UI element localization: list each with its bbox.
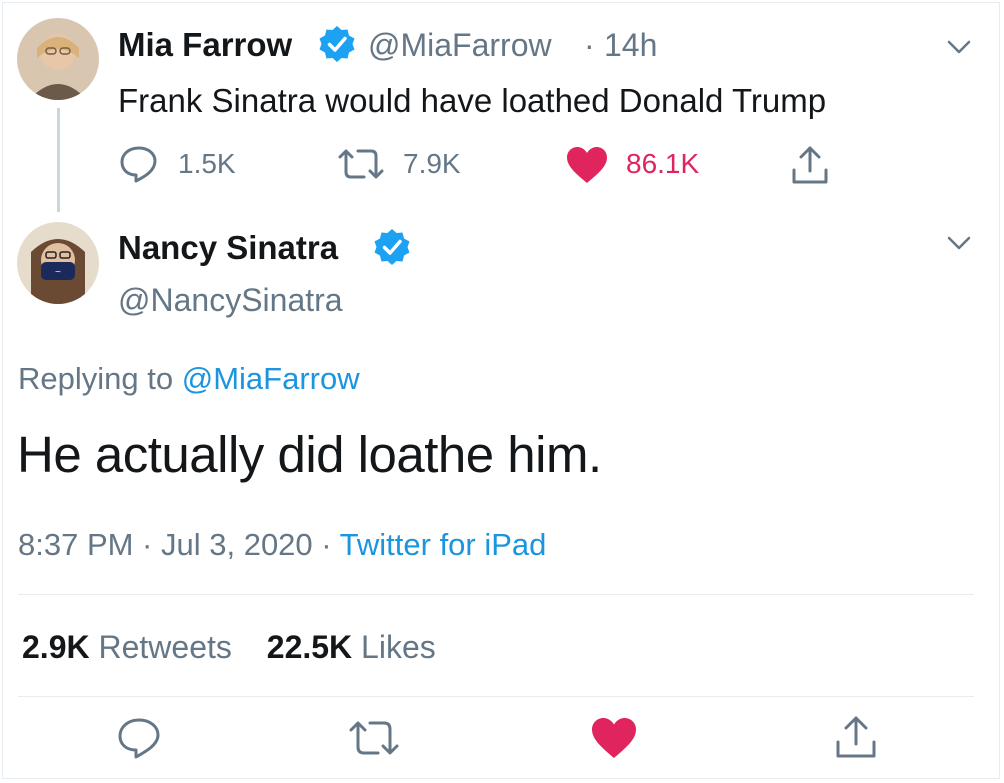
like-button[interactable] bbox=[565, 145, 609, 185]
chevron-down-icon[interactable] bbox=[944, 32, 974, 62]
replying-to-line: Replying to @MiaFarrow bbox=[18, 361, 360, 397]
retweet-arrows-icon bbox=[349, 721, 399, 755]
retweets-count: 2.9K bbox=[22, 629, 90, 665]
speech-bubble-icon bbox=[120, 146, 157, 183]
retweet-button[interactable] bbox=[347, 718, 401, 758]
tweet-stats: 2.9K Retweets 22.5K Likes bbox=[22, 629, 436, 666]
verified-badge-icon bbox=[319, 26, 355, 62]
svg-text:~: ~ bbox=[55, 267, 62, 276]
reply-button[interactable] bbox=[116, 716, 162, 760]
author-handle[interactable]: @MiaFarrow bbox=[368, 27, 552, 64]
heart-icon bbox=[567, 147, 607, 183]
speech-bubble-icon bbox=[118, 718, 160, 759]
heart-icon bbox=[592, 718, 636, 758]
divider bbox=[18, 594, 974, 595]
like-button[interactable] bbox=[590, 716, 638, 760]
share-upload-icon bbox=[836, 716, 876, 758]
tweet-source-link[interactable]: Twitter for iPad bbox=[340, 527, 547, 562]
author-name[interactable]: Mia Farrow bbox=[118, 26, 292, 64]
like-count: 86.1K bbox=[626, 148, 700, 179]
replying-to-label: Replying to bbox=[18, 361, 174, 396]
divider bbox=[18, 696, 974, 697]
tweet-time[interactable]: 14h bbox=[604, 27, 657, 64]
author-handle[interactable]: @NancySinatra bbox=[118, 282, 343, 319]
retweet-count: 7.9K bbox=[403, 148, 461, 179]
share-button[interactable] bbox=[790, 144, 830, 186]
separator-dot: · bbox=[584, 27, 595, 63]
retweets-label: Retweets bbox=[98, 629, 232, 665]
replying-to-link[interactable]: @MiaFarrow bbox=[182, 361, 360, 396]
chevron-down-icon[interactable] bbox=[944, 228, 974, 258]
tweet-timestamp[interactable]: 8:37 PM · Jul 3, 2020 · bbox=[18, 527, 332, 562]
author-name[interactable]: Nancy Sinatra bbox=[118, 229, 338, 267]
retweet-arrows-icon bbox=[338, 149, 384, 179]
share-button[interactable] bbox=[834, 714, 878, 760]
retweets-stat[interactable]: 2.9K Retweets bbox=[22, 629, 241, 665]
tweet-text: He actually did loathe him. bbox=[17, 426, 602, 483]
thread-connector-line bbox=[57, 108, 60, 212]
retweet-button[interactable] bbox=[336, 146, 386, 182]
tweet-text: Frank Sinatra would have loathed Donald … bbox=[118, 82, 827, 119]
likes-stat[interactable]: 22.5K Likes bbox=[267, 629, 436, 665]
reply-count: 1.5K bbox=[178, 148, 236, 179]
likes-label: Likes bbox=[361, 629, 436, 665]
avatar[interactable] bbox=[17, 18, 99, 100]
share-upload-icon bbox=[792, 146, 828, 184]
avatar[interactable]: ~ bbox=[17, 222, 99, 304]
verified-badge-icon bbox=[374, 229, 410, 265]
reply-button[interactable] bbox=[118, 144, 160, 184]
likes-count: 22.5K bbox=[266, 629, 353, 665]
tweet-meta: 8:37 PM · Jul 3, 2020 · Twitter for iPad bbox=[18, 527, 546, 563]
